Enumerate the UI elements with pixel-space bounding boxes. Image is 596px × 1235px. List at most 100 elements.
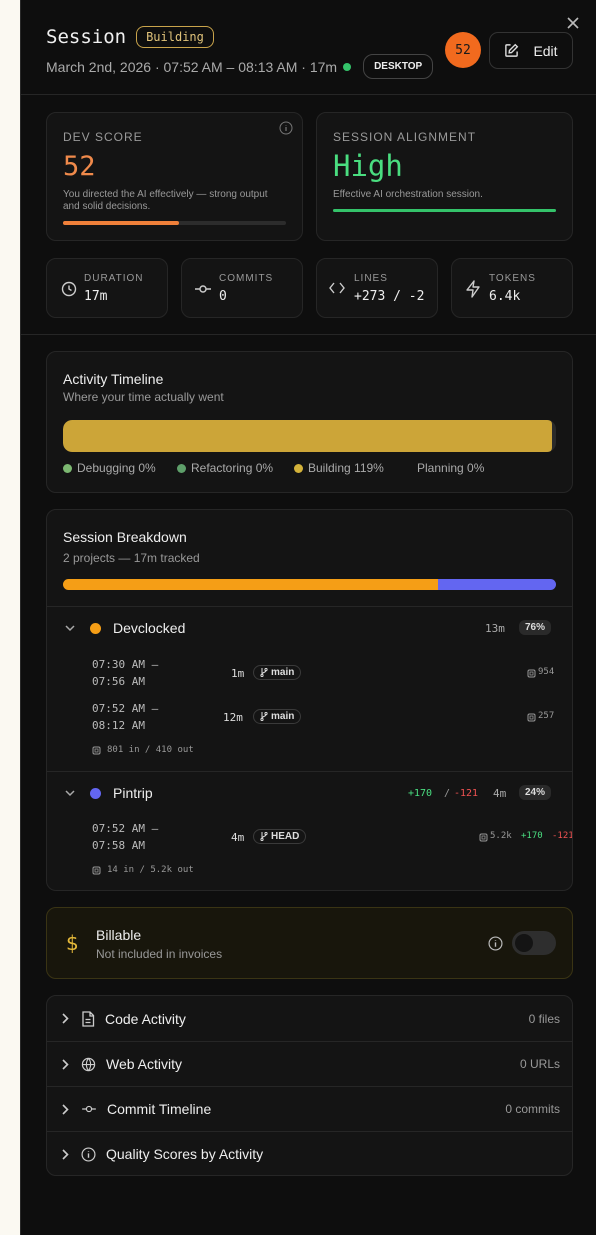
legend-dot-icon bbox=[63, 463, 72, 473]
session-time-start: 07:52 AM – bbox=[92, 822, 159, 835]
billable-subtitle: Not included in invoices bbox=[96, 947, 223, 961]
project-io-text: 14 in / 5.2k out bbox=[107, 865, 194, 875]
project-percent: 76% bbox=[519, 620, 552, 635]
session-time-end: 08:12 AM bbox=[92, 719, 145, 732]
alignment-bar-track bbox=[333, 209, 556, 212]
close-button[interactable] bbox=[566, 16, 580, 30]
status-badge: Building bbox=[136, 26, 214, 48]
token-icon bbox=[527, 669, 536, 678]
legend-label: Debugging 0% bbox=[77, 461, 156, 475]
lightning-icon bbox=[466, 280, 480, 298]
token-icon bbox=[527, 713, 536, 722]
session-time-end: 07:56 AM bbox=[92, 675, 145, 688]
info-icon[interactable] bbox=[279, 121, 293, 135]
project-share-bar bbox=[63, 579, 556, 590]
billable-card: $ Billable Not included in invoices bbox=[46, 907, 573, 979]
session-tokens: 5.2k bbox=[490, 831, 512, 841]
billable-title: Billable bbox=[96, 927, 142, 943]
breakdown-title: Session Breakdown bbox=[63, 529, 187, 545]
session-lines-removed: -121 bbox=[552, 831, 573, 841]
alignment-description: Effective AI orchestration session. bbox=[333, 189, 483, 200]
session-entry: 07:30 AM – 07:56 AM 1m main 954 bbox=[47, 658, 572, 692]
project-name: Devclocked bbox=[113, 620, 186, 636]
code-icon bbox=[329, 282, 345, 294]
project-io-text: 801 in / 410 out bbox=[107, 745, 194, 755]
stat-label: TOKENS bbox=[489, 273, 536, 284]
accordion-commit-timeline[interactable]: Commit Timeline 0 commits bbox=[47, 1086, 572, 1131]
project-row-devclocked[interactable]: Devclocked 13m 76% bbox=[47, 607, 572, 647]
project-color-dot bbox=[90, 788, 101, 799]
legend-label: Refactoring 0% bbox=[191, 461, 274, 475]
branch-name: main bbox=[271, 667, 295, 678]
project-duration: 4m bbox=[493, 787, 507, 800]
stat-duration: DURATION 17m bbox=[46, 258, 168, 318]
branch-pill: HEAD bbox=[253, 829, 307, 844]
stat-commits: COMMITS 0 bbox=[181, 258, 303, 318]
accordion-label: Code Activity bbox=[105, 1010, 186, 1027]
legend-item: Refactoring 0% bbox=[177, 461, 273, 475]
session-duration: 12m bbox=[223, 711, 243, 724]
chevron-right-icon bbox=[62, 1013, 69, 1024]
accordion-code-activity[interactable]: Code Activity 0 files bbox=[47, 996, 572, 1041]
timeline-subtitle: Where your time actually went bbox=[63, 390, 224, 404]
legend-label: Planning 0% bbox=[417, 461, 485, 475]
clock-icon bbox=[61, 281, 77, 297]
score-badge-value: 52 bbox=[455, 42, 471, 58]
accordion-count: 0 URLs bbox=[519, 1057, 560, 1071]
accordion-group: Code Activity 0 files Web Activity 0 URL… bbox=[46, 995, 573, 1176]
chevron-right-icon bbox=[62, 1103, 69, 1115]
dev-score-label: DEV SCORE bbox=[63, 130, 143, 144]
session-tokens: 257 bbox=[538, 711, 555, 721]
breakdown-subtitle: 2 projects — 17m tracked bbox=[63, 551, 200, 565]
project-row-pintrip[interactable]: Pintrip +170 / -121 4m 24% bbox=[47, 772, 572, 812]
accordion-label: Web Activity bbox=[106, 1056, 182, 1072]
legend-dot-icon bbox=[177, 463, 186, 473]
toggle-knob bbox=[515, 934, 533, 952]
info-icon[interactable] bbox=[488, 936, 503, 951]
token-icon bbox=[479, 833, 488, 842]
alignment-value: High bbox=[333, 149, 403, 183]
dev-score-bar-track bbox=[63, 221, 286, 225]
chevron-down-icon[interactable] bbox=[65, 624, 75, 632]
legend-label: Building 119% bbox=[308, 461, 384, 475]
session-entry: 07:52 AM – 08:12 AM 12m main 257 bbox=[47, 702, 572, 736]
stat-value: 0 bbox=[219, 289, 227, 304]
edit-icon bbox=[505, 43, 519, 57]
commit-icon bbox=[82, 1105, 96, 1113]
accordion-quality-scores[interactable]: Quality Scores by Activity bbox=[47, 1131, 572, 1176]
stat-label: LINES bbox=[354, 273, 388, 284]
timeline-bar-building bbox=[63, 420, 552, 452]
token-icon bbox=[92, 866, 101, 874]
project-share-devclocked bbox=[63, 579, 438, 590]
edit-button[interactable]: Edit bbox=[489, 32, 573, 69]
session-tokens: 954 bbox=[538, 667, 555, 677]
stat-lines: LINES +273 / -2 bbox=[316, 258, 438, 318]
globe-icon bbox=[81, 1057, 96, 1071]
legend-item: Debugging 0% bbox=[63, 461, 156, 475]
close-icon bbox=[567, 17, 579, 29]
lines-removed: -121 bbox=[454, 788, 479, 799]
branch-pill: main bbox=[253, 709, 302, 724]
project-percent: 24% bbox=[519, 785, 552, 800]
accordion-web-activity[interactable]: Web Activity 0 URLs bbox=[47, 1041, 572, 1086]
commit-icon bbox=[195, 285, 211, 293]
billable-toggle[interactable] bbox=[512, 931, 556, 955]
session-duration: 4m bbox=[231, 831, 245, 844]
timeline-title: Activity Timeline bbox=[63, 371, 164, 387]
project-share-pintrip bbox=[437, 579, 556, 590]
chevron-down-icon[interactable] bbox=[65, 789, 75, 797]
token-icon bbox=[92, 746, 101, 754]
dev-score-value: 52 bbox=[63, 151, 96, 182]
project-duration: 13m bbox=[485, 622, 505, 635]
dev-score-card: DEV SCORE 52 You directed the AI effecti… bbox=[46, 112, 303, 241]
accordion-label: Commit Timeline bbox=[107, 1101, 212, 1117]
project-io: 801 in / 410 out bbox=[92, 745, 194, 755]
timeline-bar bbox=[63, 420, 556, 452]
dollar-icon: $ bbox=[66, 931, 79, 955]
session-lines-added: +170 bbox=[521, 831, 543, 841]
stat-tokens: TOKENS 6.4k bbox=[451, 258, 573, 318]
branch-icon bbox=[260, 668, 268, 677]
file-icon bbox=[82, 1010, 95, 1027]
accordion-count: 0 files bbox=[528, 1011, 560, 1026]
session-time-start: 07:30 AM – bbox=[92, 658, 159, 671]
